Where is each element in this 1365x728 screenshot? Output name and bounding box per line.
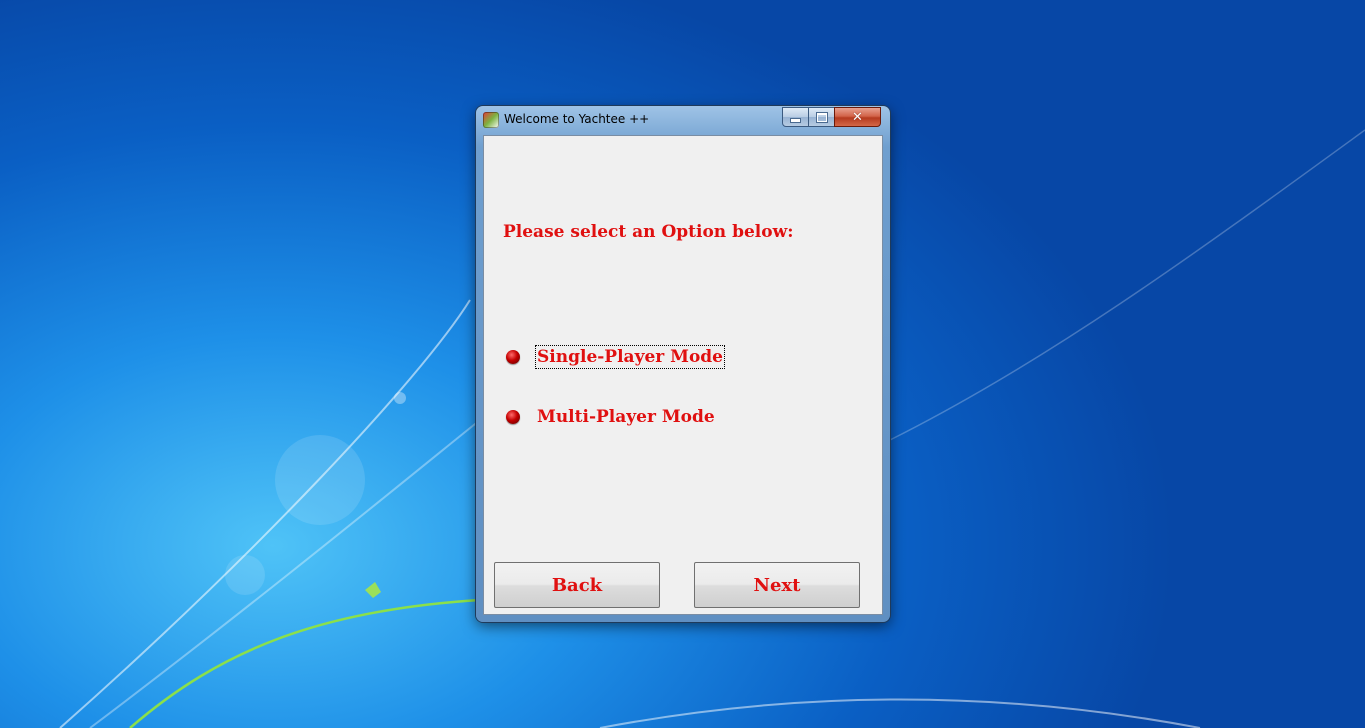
maximize-button[interactable] — [808, 107, 835, 127]
close-icon: ✕ — [852, 109, 863, 125]
minimize-icon — [791, 118, 800, 122]
window-titlebar[interactable]: Welcome to Yachtee ++ ✕ — [476, 106, 890, 133]
option-multi-player[interactable]: Multi-Player Mode — [506, 405, 716, 429]
option-prompt-heading: Please select an Option below: — [503, 222, 794, 242]
window-title: Welcome to Yachtee ++ — [504, 112, 650, 126]
maximize-icon — [816, 112, 827, 122]
next-button[interactable]: Next — [694, 562, 860, 608]
close-button[interactable]: ✕ — [834, 107, 881, 127]
option-single-player[interactable]: Single-Player Mode — [506, 345, 725, 369]
yachtee-welcome-window: Welcome to Yachtee ++ ✕ Please select an… — [476, 106, 890, 622]
radio-bullet-icon[interactable] — [506, 410, 520, 424]
option-single-player-label[interactable]: Single-Player Mode — [535, 345, 725, 369]
window-client-area: Please select an Option below: Single-Pl… — [483, 135, 883, 615]
back-button[interactable]: Back — [494, 562, 660, 608]
yachtee-app-icon — [483, 112, 499, 128]
minimize-button[interactable] — [782, 107, 809, 127]
option-multi-player-label[interactable]: Multi-Player Mode — [536, 406, 716, 428]
radio-bullet-icon[interactable] — [506, 350, 520, 364]
